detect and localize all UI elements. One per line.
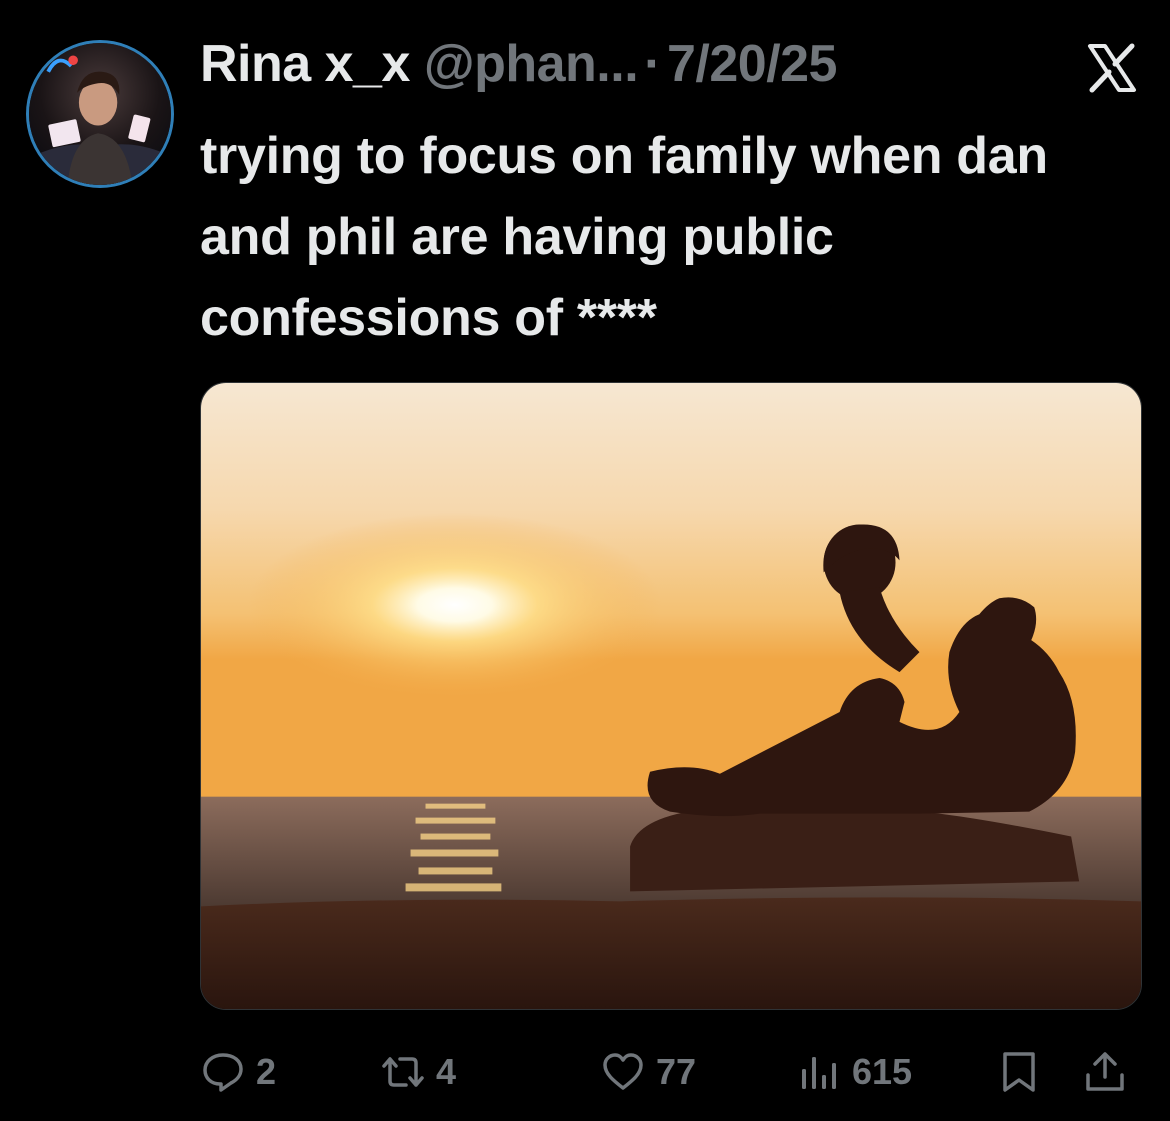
tweet-header: Rina x_x @phan... · 7/20/25: [200, 34, 837, 104]
separator-dot: ·: [644, 35, 661, 93]
x-logo-icon: [1086, 42, 1138, 94]
share-button[interactable]: [1082, 1040, 1128, 1104]
repost-button[interactable]: 4: [380, 1040, 456, 1104]
repost-count: 4: [436, 1051, 457, 1092]
tweet-card[interactable]: Rina x_x @phan... · 7/20/25 trying to fo…: [0, 0, 1170, 1121]
sunset-silhouette-photo: [201, 383, 1141, 1009]
bookmark-icon: [1003, 1052, 1035, 1092]
like-count: 77: [656, 1051, 697, 1092]
author-name[interactable]: Rina x_x: [200, 34, 410, 94]
reply-count: 2: [256, 1051, 277, 1092]
tweet-text: trying to focus on family when dan and p…: [200, 127, 1048, 347]
repost-icon: [382, 1057, 424, 1087]
reply-icon: [203, 1053, 243, 1092]
views-button[interactable]: 615: [796, 1040, 912, 1104]
views-count: 615: [852, 1051, 913, 1092]
tweet-date[interactable]: 7/20/25: [667, 34, 838, 94]
avatar-image: [29, 43, 171, 185]
avatar[interactable]: [26, 40, 174, 188]
like-button[interactable]: 77: [600, 1040, 696, 1104]
views-chart-icon: [802, 1057, 836, 1089]
share-icon: [1086, 1052, 1124, 1091]
bookmark-button[interactable]: [996, 1040, 1042, 1104]
reply-button[interactable]: 2: [200, 1040, 276, 1104]
tweet-photo[interactable]: [200, 382, 1142, 1010]
tweet-actions: 2 4 77 615: [200, 1040, 1140, 1104]
heart-icon: [603, 1053, 643, 1090]
author-handle[interactable]: @phan...: [424, 34, 639, 94]
